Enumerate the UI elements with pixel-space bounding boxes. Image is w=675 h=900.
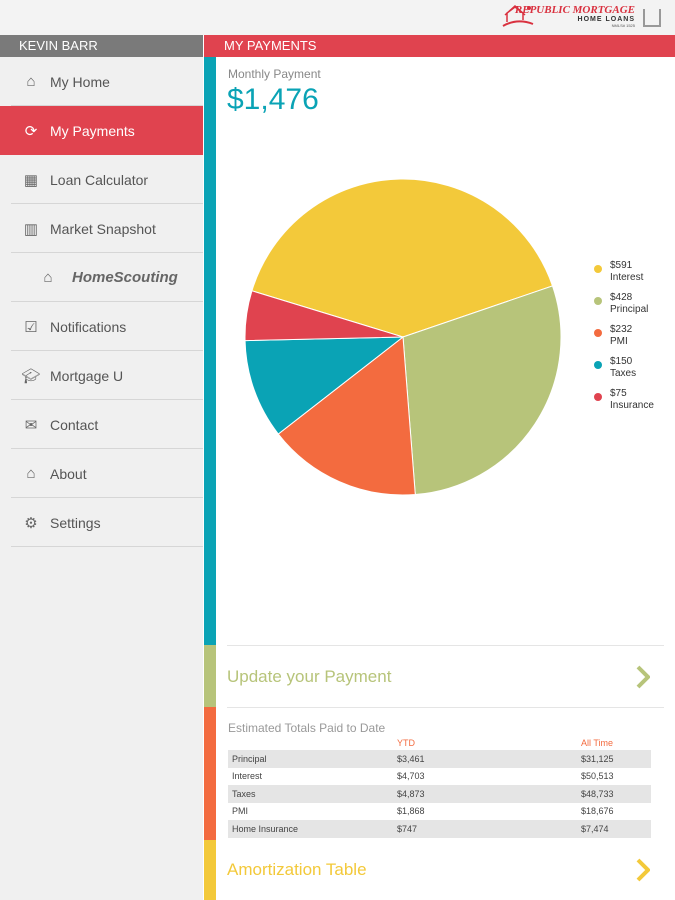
legend-item-interest: $591 Interest	[594, 260, 654, 284]
top-bar: REPUBLIC MORTGAGE HOME LOANS NMLS# 1525	[0, 0, 675, 35]
strip-orange	[204, 707, 216, 840]
sidebar-item-mortgage-u[interactable]: 🎓︎ Mortgage U	[0, 351, 203, 400]
strip-teal	[204, 57, 216, 645]
legend-item-taxes: $150 Taxes	[594, 356, 654, 380]
legend-label: Taxes	[610, 368, 637, 379]
totals-title: Estimated Totals Paid to Date	[228, 721, 386, 735]
legend-value: $232	[610, 324, 633, 335]
legend-label: Interest	[610, 272, 644, 283]
brand-logo: REPUBLIC MORTGAGE HOME LOANS NMLS# 1525	[514, 4, 635, 28]
divider	[227, 707, 664, 708]
map-icon: ▥	[23, 220, 39, 238]
legend-dot	[594, 361, 602, 369]
sidebar-item-my-home[interactable]: ⌂ My Home	[0, 57, 203, 106]
legend-value: $591	[610, 260, 633, 271]
update-payment-button[interactable]: Update your Payment	[227, 646, 664, 707]
sidebar-item-homescouting[interactable]: ⌂ HomeScouting	[0, 253, 203, 302]
homescouting-house-icon: ⌂	[43, 269, 53, 286]
gear-icon: ⚙	[24, 514, 38, 532]
strip-green	[204, 645, 216, 707]
checkbox-icon: ☑	[24, 318, 38, 336]
strip-yellow	[204, 840, 216, 900]
ytd-header: YTD	[397, 738, 415, 748]
refresh-icon: ⟳	[24, 122, 38, 140]
chevron-right-icon	[636, 665, 650, 688]
sidebar-item-my-payments[interactable]: ⟳ My Payments	[0, 106, 203, 155]
legend-dot	[594, 297, 602, 305]
totals-table: YTD All Time Principal $3,461 $31,125 Inter…	[228, 736, 651, 838]
sidebar-item-market-snapshot[interactable]: ▥ Market Snapshot	[0, 204, 203, 253]
house-logo-icon: ⌂	[26, 465, 36, 482]
chart-legend: $591 Interest $428 Principal $232 PMI $150 Taxe…	[594, 260, 654, 420]
calculator-icon: ▦	[23, 171, 39, 189]
table-row: Home Insurance $747 $7,474	[228, 820, 651, 838]
legend-value: $150	[610, 356, 633, 367]
legend-label: Principal	[610, 304, 649, 315]
table-row: PMI $1,868 $18,676	[232, 806, 614, 817]
legend-item-insurance: $75 Insurance	[594, 388, 654, 412]
legend-item-pmi: $232 PMI	[594, 324, 654, 348]
table-row: Principal $3,461 $31,125	[228, 750, 651, 768]
sidebar-item-contact[interactable]: ✉ Contact	[0, 400, 203, 449]
sidebar-item-loan-calculator[interactable]: ▦ Loan Calculator	[0, 155, 203, 204]
legend-label: PMI	[610, 336, 628, 347]
table-row: Taxes $4,873 $48,733	[228, 785, 651, 803]
legend-value: $75	[610, 388, 627, 399]
legend-item-principal: $428 Principal	[594, 292, 654, 316]
table-row: Interest $4,703 $50,513	[232, 771, 614, 782]
legend-dot	[594, 265, 602, 273]
legend-dot	[594, 393, 602, 401]
graduation-cap-icon: 🎓︎	[21, 367, 41, 385]
sidebar-item-settings[interactable]: ⚙ Settings	[0, 498, 203, 547]
legend-label: Insurance	[610, 400, 654, 411]
equal-housing-icon	[643, 9, 661, 27]
home-icon: ⌂	[26, 73, 36, 90]
user-name: KEVIN BARR	[0, 35, 203, 57]
amortization-table-button[interactable]: Amortization Table	[227, 840, 664, 900]
sidebar: ⌂ My Home ⟳ My Payments ▦ Loan Calculator ▥…	[0, 57, 203, 900]
sidebar-item-about[interactable]: ⌂ About	[0, 449, 203, 498]
page-title: MY PAYMENTS	[204, 35, 675, 57]
all-time-header: All Time	[581, 738, 614, 748]
envelope-icon: ✉	[24, 416, 38, 434]
legend-dot	[594, 329, 602, 337]
chevron-right-icon	[636, 858, 650, 882]
legend-value: $428	[610, 292, 633, 303]
sidebar-item-notifications[interactable]: ☑ Notifications	[0, 302, 203, 351]
